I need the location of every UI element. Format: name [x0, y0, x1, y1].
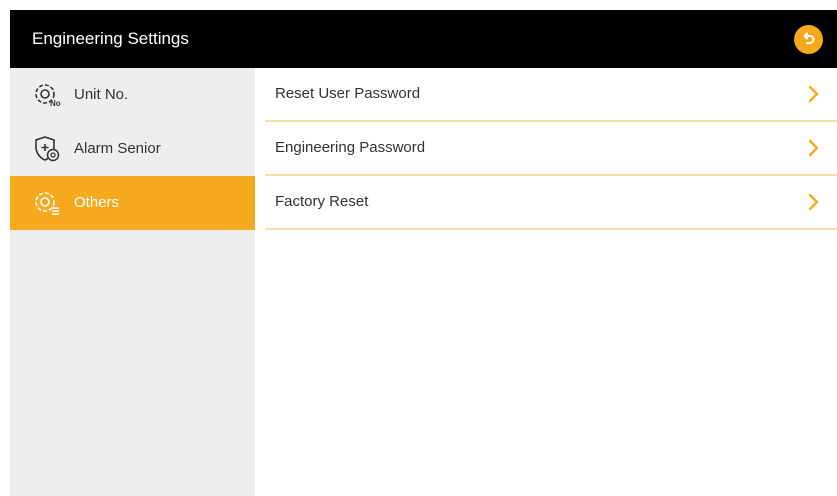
row-label: Factory Reset: [275, 193, 369, 210]
chevron-right-icon: [808, 193, 819, 211]
sidebar-item-others[interactable]: Others: [10, 176, 255, 230]
back-button[interactable]: [794, 25, 823, 54]
gear-list-icon: [35, 192, 59, 215]
sidebar-item-label: Unit No.: [74, 86, 129, 103]
shield-plus-icon: [35, 136, 60, 162]
back-arrow-icon: [803, 32, 815, 44]
reset-user-password-row[interactable]: Reset User Password: [265, 68, 837, 122]
gear-number-icon: No: [35, 84, 61, 108]
page-title: Engineering Settings: [32, 29, 189, 48]
row-label: Reset User Password: [275, 85, 421, 102]
sidebar-item-alarm-senior[interactable]: Alarm Senior: [10, 122, 255, 176]
sidebar-item-label: Alarm Senior: [74, 140, 161, 157]
chevron-right-icon: [808, 139, 819, 157]
sidebar: No Unit No. Alarm Senior Others: [10, 68, 255, 496]
engineering-password-row[interactable]: Engineering Password: [265, 122, 837, 176]
header-bar: Engineering Settings: [10, 10, 837, 68]
factory-reset-row[interactable]: Factory Reset: [265, 176, 837, 230]
settings-list: Reset User Password Engineering Password…: [255, 68, 837, 496]
sidebar-item-unit-no[interactable]: No Unit No.: [10, 68, 255, 122]
sidebar-item-label: Others: [74, 194, 120, 211]
chevron-right-icon: [808, 85, 819, 103]
row-label: Engineering Password: [275, 139, 426, 156]
svg-text:No: No: [50, 99, 61, 108]
engineering-settings-screen: Engineering Settings No Unit No. Alarm S…: [10, 10, 837, 496]
